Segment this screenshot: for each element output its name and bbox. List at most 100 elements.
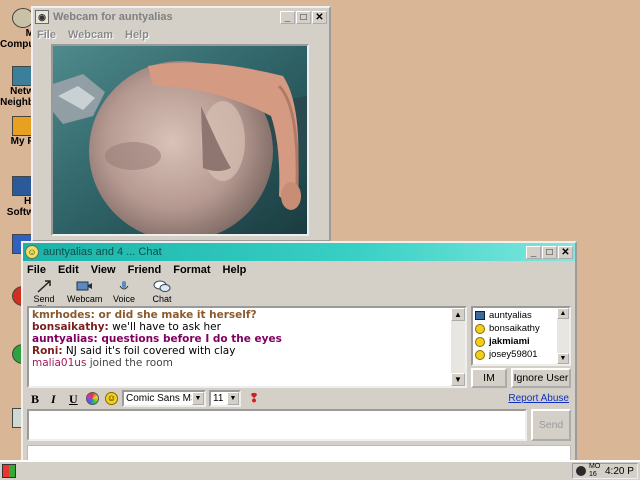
report-abuse-link[interactable]: Report Abuse <box>508 393 569 404</box>
chat-message: auntyalias: questions before I do the ey… <box>32 333 452 345</box>
webcam-frame-image <box>53 46 307 234</box>
tray-date: MO 16 <box>589 463 601 478</box>
chevron-down-icon[interactable]: ▼ <box>192 392 204 405</box>
chat-window: ☺ auntyalias and 4 ... Chat _ □ ✕ File E… <box>21 241 577 480</box>
chat-menubar: File Edit View Friend Format Help <box>23 261 575 279</box>
maximize-button[interactable]: □ <box>542 245 557 259</box>
close-button[interactable]: ✕ <box>312 10 327 24</box>
nudge-icon[interactable]: ❢ <box>249 391 259 405</box>
desktop-icon-network[interactable]: Netw Neighb <box>0 66 34 110</box>
voice-icon <box>119 281 129 290</box>
webcam-icon <box>76 281 92 291</box>
chat-message: malia01us joined the room <box>32 357 452 369</box>
menu-view[interactable]: View <box>91 264 116 276</box>
chat-message: kmrhodes: or did she make it herself? <box>32 309 452 321</box>
menu-format[interactable]: Format <box>173 264 210 276</box>
chat-toolbar: Send File Webcam Voice Chat <box>27 280 207 314</box>
chat-message-user[interactable]: kmrhodes: <box>32 309 95 321</box>
minimize-button[interactable]: _ <box>280 10 295 24</box>
menu-webcam[interactable]: Webcam <box>68 29 113 41</box>
scroll-up-button[interactable]: ▲ <box>451 308 465 321</box>
scroll-up-button[interactable]: ▲ <box>557 308 569 319</box>
chat-message-user[interactable]: bonsaikathy: <box>32 321 109 333</box>
transcript-scrollbar[interactable]: ▲ ▼ <box>451 308 465 386</box>
webcam-label: Webcam <box>67 294 103 304</box>
taskbar: MO 16 4:20 P <box>0 460 640 480</box>
menu-file[interactable]: File <box>37 29 56 41</box>
chat-message-user[interactable]: auntyalias: <box>32 333 98 345</box>
chat-message: bonsaikathy: we'll have to ask her <box>32 321 452 333</box>
emoticon-icon[interactable]: ☺ <box>105 392 118 405</box>
italic-button[interactable]: I <box>51 392 56 407</box>
member-list[interactable]: auntyalias bonsaikathy jakmiami josey59801 … <box>471 306 571 366</box>
system-tray: MO 16 4:20 P <box>572 463 638 479</box>
member-list-item[interactable]: josey59801 <box>475 348 567 361</box>
close-button[interactable]: ✕ <box>558 245 573 259</box>
webcam-window: ◉ Webcam for auntyalias _ □ ✕ File Webca… <box>31 6 331 242</box>
chat-message: Roni: NJ said it's foil covered with cla… <box>32 345 452 357</box>
smiley-icon <box>475 336 485 347</box>
maximize-button[interactable]: □ <box>296 10 311 24</box>
underline-button[interactable]: U <box>69 392 78 407</box>
font-size-select[interactable]: 11 ▼ <box>209 390 241 407</box>
smiley-icon: ☺ <box>25 245 39 259</box>
chat-message-text: we'll have to ask her <box>108 321 221 333</box>
desktop-icon-my-computer[interactable]: M Compu <box>0 8 34 56</box>
send-button[interactable]: Send <box>531 409 571 441</box>
bold-button[interactable]: B <box>31 392 39 407</box>
webcam-icon: ◉ <box>35 10 49 24</box>
font-size-value: 11 <box>213 393 224 404</box>
menu-help[interactable]: Help <box>125 29 149 41</box>
voice-label: Voice <box>112 294 136 304</box>
im-button[interactable]: IM <box>471 368 507 388</box>
member-list-item[interactable]: auntyalias <box>475 309 567 322</box>
webcam-button[interactable]: Webcam <box>67 280 103 304</box>
font-select[interactable]: Comic Sans MS ▼ <box>122 390 206 407</box>
member-name: bonsaikathy <box>489 323 540 334</box>
tray-icon[interactable] <box>576 466 586 476</box>
scroll-down-button[interactable]: ▼ <box>451 373 465 386</box>
chat-message-user[interactable]: Roni: <box>32 345 63 357</box>
message-input[interactable] <box>27 409 527 441</box>
smiley-icon <box>475 323 485 334</box>
minimize-button[interactable]: _ <box>526 245 541 259</box>
webcam-titlebar[interactable]: ◉ Webcam for auntyalias _ □ ✕ <box>33 8 329 26</box>
desktop-icon-hp-software[interactable]: HI Softw <box>0 176 34 220</box>
member-list-scrollbar[interactable]: ▲ ▼ <box>557 308 569 364</box>
scroll-down-button[interactable]: ▼ <box>557 353 569 364</box>
member-name: josey59801 <box>489 349 538 360</box>
chat-message-text: or did she make it herself? <box>94 309 257 321</box>
chat-message-user[interactable]: malia01us <box>32 357 86 369</box>
member-name: auntyalias <box>489 310 532 321</box>
send-file-icon <box>37 280 51 293</box>
chat-icon <box>153 280 171 292</box>
menu-edit[interactable]: Edit <box>58 264 79 276</box>
window-title: Webcam for auntyalias <box>53 11 173 23</box>
chat-label: Chat <box>152 294 172 304</box>
chat-message-text: NJ said it's foil covered with clay <box>62 345 236 357</box>
color-palette-icon[interactable] <box>86 392 99 405</box>
chat-titlebar[interactable]: ☺ auntyalias and 4 ... Chat _ □ ✕ <box>23 243 575 261</box>
chat-message-text: questions before I do the eyes <box>97 333 282 345</box>
menu-file[interactable]: File <box>27 264 46 276</box>
clock: 4:20 P <box>605 466 634 477</box>
ignore-user-button[interactable]: Ignore User <box>511 368 571 388</box>
window-title: auntyalias and 4 ... Chat <box>43 246 162 258</box>
font-select-value: Comic Sans MS <box>126 393 198 404</box>
member-name: jakmiami <box>489 336 530 347</box>
chat-button[interactable]: Chat <box>145 280 179 304</box>
format-toolbar: B I U ☺ Comic Sans MS ▼ 11 ▼ ❢ Report Ab… <box>27 390 573 408</box>
voice-button[interactable]: Voice <box>107 280 141 304</box>
desktop-icon-my-documents[interactable]: My P <box>0 116 34 156</box>
chat-transcript[interactable]: kmrhodes: or did she make it herself? bon… <box>27 306 467 388</box>
webcam-icon <box>475 311 485 320</box>
menu-help[interactable]: Help <box>223 264 247 276</box>
menu-friend[interactable]: Friend <box>128 264 162 276</box>
chevron-down-icon[interactable]: ▼ <box>227 392 239 405</box>
start-icon[interactable] <box>2 464 16 478</box>
chat-message-text: joined the room <box>86 357 173 369</box>
member-list-item[interactable]: bonsaikathy <box>475 322 567 335</box>
member-list-item[interactable]: jakmiami <box>475 335 567 348</box>
webcam-video-feed <box>51 44 309 236</box>
smiley-icon <box>475 349 485 360</box>
